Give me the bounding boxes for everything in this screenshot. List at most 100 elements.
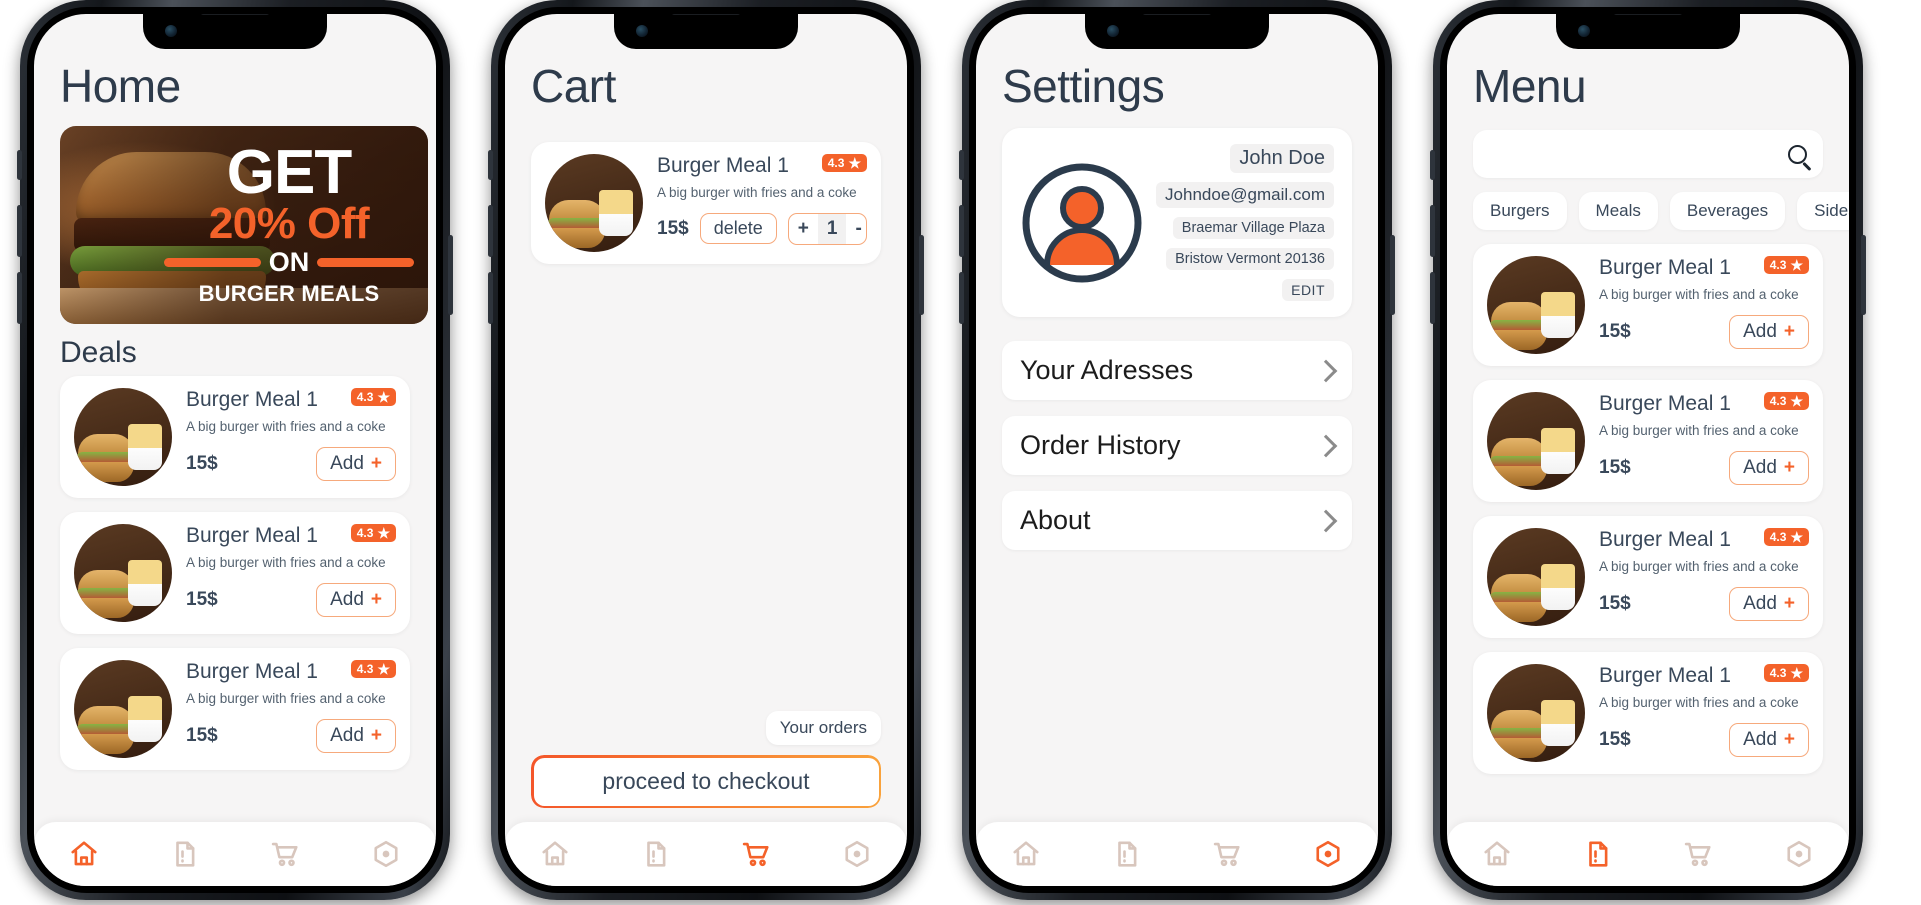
menu-item-card[interactable]: Burger Meal 1 4.3 ★ A big burger with fr… xyxy=(1473,652,1823,775)
search-bar[interactable] xyxy=(1473,130,1823,179)
settings-row-label: Order History xyxy=(1020,430,1181,461)
add-to-cart-button[interactable]: Add + xyxy=(1729,722,1809,757)
nav-home[interactable] xyxy=(1001,833,1051,875)
volume-up-button xyxy=(959,205,964,257)
deal-card[interactable]: Burger Meal 1 4.3 ★ A big burger with fr… xyxy=(60,376,410,499)
deals-list: Burger Meal 1 4.3 ★ A big burger with fr… xyxy=(34,376,436,771)
item-name: Burger Meal 1 xyxy=(1599,256,1731,280)
plus-icon: + xyxy=(1783,728,1795,750)
star-icon: ★ xyxy=(1790,665,1803,682)
nav-settings[interactable] xyxy=(1303,833,1353,875)
add-to-cart-button[interactable]: Add + xyxy=(1729,586,1809,621)
settings-row-order-history[interactable]: Order History xyxy=(1002,416,1352,476)
nav-menu[interactable] xyxy=(631,833,681,875)
nav-home[interactable] xyxy=(59,833,109,875)
delete-item-button[interactable]: delete xyxy=(699,213,777,245)
star-icon: ★ xyxy=(848,155,861,172)
screen-menu: Menu Burgers Meals Beverages Sides xyxy=(1447,14,1849,886)
settings-row-your-adresses[interactable]: Your Adresses xyxy=(1002,341,1352,401)
menu-scroll-area[interactable]: Burgers Meals Beverages Sides B xyxy=(1447,120,1849,886)
add-button-label: Add xyxy=(1743,456,1777,478)
front-camera-icon xyxy=(1578,25,1590,37)
nav-menu[interactable] xyxy=(160,833,210,875)
mute-switch xyxy=(959,150,964,180)
phone-home: Home GET 20% Off ON BURGER MEALS Deals B… xyxy=(17,0,453,900)
nav-cart[interactable] xyxy=(260,833,310,875)
menu-item-card[interactable]: Burger Meal 1 4.3 ★ A big burger with fr… xyxy=(1473,380,1823,503)
rating-value: 4.3 xyxy=(827,156,845,171)
promo-rule-right xyxy=(317,257,414,267)
quantity-stepper[interactable]: + 1 - xyxy=(787,212,867,245)
add-button-label: Add xyxy=(1743,320,1777,342)
nav-cart[interactable] xyxy=(1673,833,1723,875)
volume-down-button xyxy=(1430,272,1435,324)
nav-cart[interactable] xyxy=(1202,833,1252,875)
item-price: 15$ xyxy=(186,588,218,610)
bottom-navigation[interactable] xyxy=(34,822,436,886)
category-chip-beverages[interactable]: Beverages xyxy=(1669,192,1786,231)
screen-home: Home GET 20% Off ON BURGER MEALS Deals B… xyxy=(34,14,436,886)
add-to-cart-button[interactable]: Add + xyxy=(316,718,396,753)
item-description: A big burger with fries and a coke xyxy=(657,185,857,201)
category-chip-row[interactable]: Burgers Meals Beverages Sides xyxy=(1447,178,1849,231)
avatar xyxy=(1020,161,1144,285)
edit-profile-button[interactable]: EDIT xyxy=(1282,279,1334,302)
food-thumbnail xyxy=(1487,528,1585,627)
front-camera-icon xyxy=(165,25,177,37)
home-scroll-area[interactable]: GET 20% Off ON BURGER MEALS Deals Burger… xyxy=(34,120,436,886)
cart-item-row[interactable]: Burger Meal 1 4.3 ★ A big burger with fr… xyxy=(531,142,881,265)
settings-menu-list: Your Adresses Order History About xyxy=(976,317,1378,551)
cart-scroll-area[interactable]: Burger Meal 1 4.3 ★ A big burger with fr… xyxy=(505,120,907,886)
nav-menu[interactable] xyxy=(1102,833,1152,875)
rating-badge: 4.3 ★ xyxy=(350,524,396,543)
add-to-cart-button[interactable]: Add + xyxy=(316,446,396,481)
add-button-label: Add xyxy=(1743,592,1777,614)
rating-badge: 4.3 ★ xyxy=(1763,256,1809,275)
rating-value: 4.3 xyxy=(356,390,374,405)
settings-scroll-area[interactable]: John Doe Johndoe@gmail.com Braemar Villa… xyxy=(976,120,1378,886)
add-button-label: Add xyxy=(330,588,364,610)
plus-icon: + xyxy=(1783,592,1795,614)
decrement-button[interactable]: - xyxy=(846,214,866,244)
notch xyxy=(1085,14,1269,49)
nav-menu[interactable] xyxy=(1573,833,1623,875)
bottom-navigation[interactable] xyxy=(1447,822,1849,886)
add-to-cart-button[interactable]: Add + xyxy=(1729,450,1809,485)
deal-card[interactable]: Burger Meal 1 4.3 ★ A big burger with fr… xyxy=(60,648,410,771)
profile-card: John Doe Johndoe@gmail.com Braemar Villa… xyxy=(1002,128,1352,318)
add-to-cart-button[interactable]: Add + xyxy=(316,582,396,617)
deal-card[interactable]: Burger Meal 1 4.3 ★ A big burger with fr… xyxy=(60,512,410,635)
promo-banner[interactable]: GET 20% Off ON BURGER MEALS xyxy=(60,126,428,325)
nav-cart[interactable] xyxy=(731,833,781,875)
category-chip-sides[interactable]: Sides xyxy=(1797,192,1849,231)
menu-item-card[interactable]: Burger Meal 1 4.3 ★ A big burger with fr… xyxy=(1473,244,1823,367)
category-chip-burgers[interactable]: Burgers xyxy=(1473,192,1567,231)
promo-carousel[interactable]: GET 20% Off ON BURGER MEALS xyxy=(34,120,436,325)
phone-mockup-row: Home GET 20% Off ON BURGER MEALS Deals B… xyxy=(0,0,1921,905)
settings-row-about[interactable]: About xyxy=(1002,491,1352,551)
proceed-to-checkout-button[interactable]: proceed to checkout xyxy=(531,755,881,808)
menu-item-card[interactable]: Burger Meal 1 4.3 ★ A big burger with fr… xyxy=(1473,516,1823,639)
earpiece-speaker xyxy=(1142,14,1212,15)
nav-home[interactable] xyxy=(530,833,580,875)
star-icon: ★ xyxy=(377,661,390,678)
item-price: 15$ xyxy=(1599,728,1631,750)
chevron-right-icon xyxy=(1314,359,1338,383)
your-orders-button[interactable]: Your orders xyxy=(765,711,881,745)
food-thumbnail xyxy=(74,388,172,487)
bottom-navigation[interactable] xyxy=(976,822,1378,886)
nav-settings[interactable] xyxy=(361,833,411,875)
search-icon[interactable] xyxy=(1788,144,1807,164)
volume-up-button xyxy=(488,205,493,257)
search-input[interactable] xyxy=(1489,144,1788,165)
plus-icon: + xyxy=(1783,320,1795,342)
nav-home[interactable] xyxy=(1472,833,1522,875)
nav-settings[interactable] xyxy=(832,833,882,875)
nav-settings[interactable] xyxy=(1774,833,1824,875)
rating-badge: 4.3 ★ xyxy=(821,154,867,173)
promo-rule-left xyxy=(164,257,261,267)
add-to-cart-button[interactable]: Add + xyxy=(1729,314,1809,349)
category-chip-meals[interactable]: Meals xyxy=(1578,192,1658,231)
increment-button[interactable]: + xyxy=(789,214,818,244)
bottom-navigation[interactable] xyxy=(505,822,907,886)
